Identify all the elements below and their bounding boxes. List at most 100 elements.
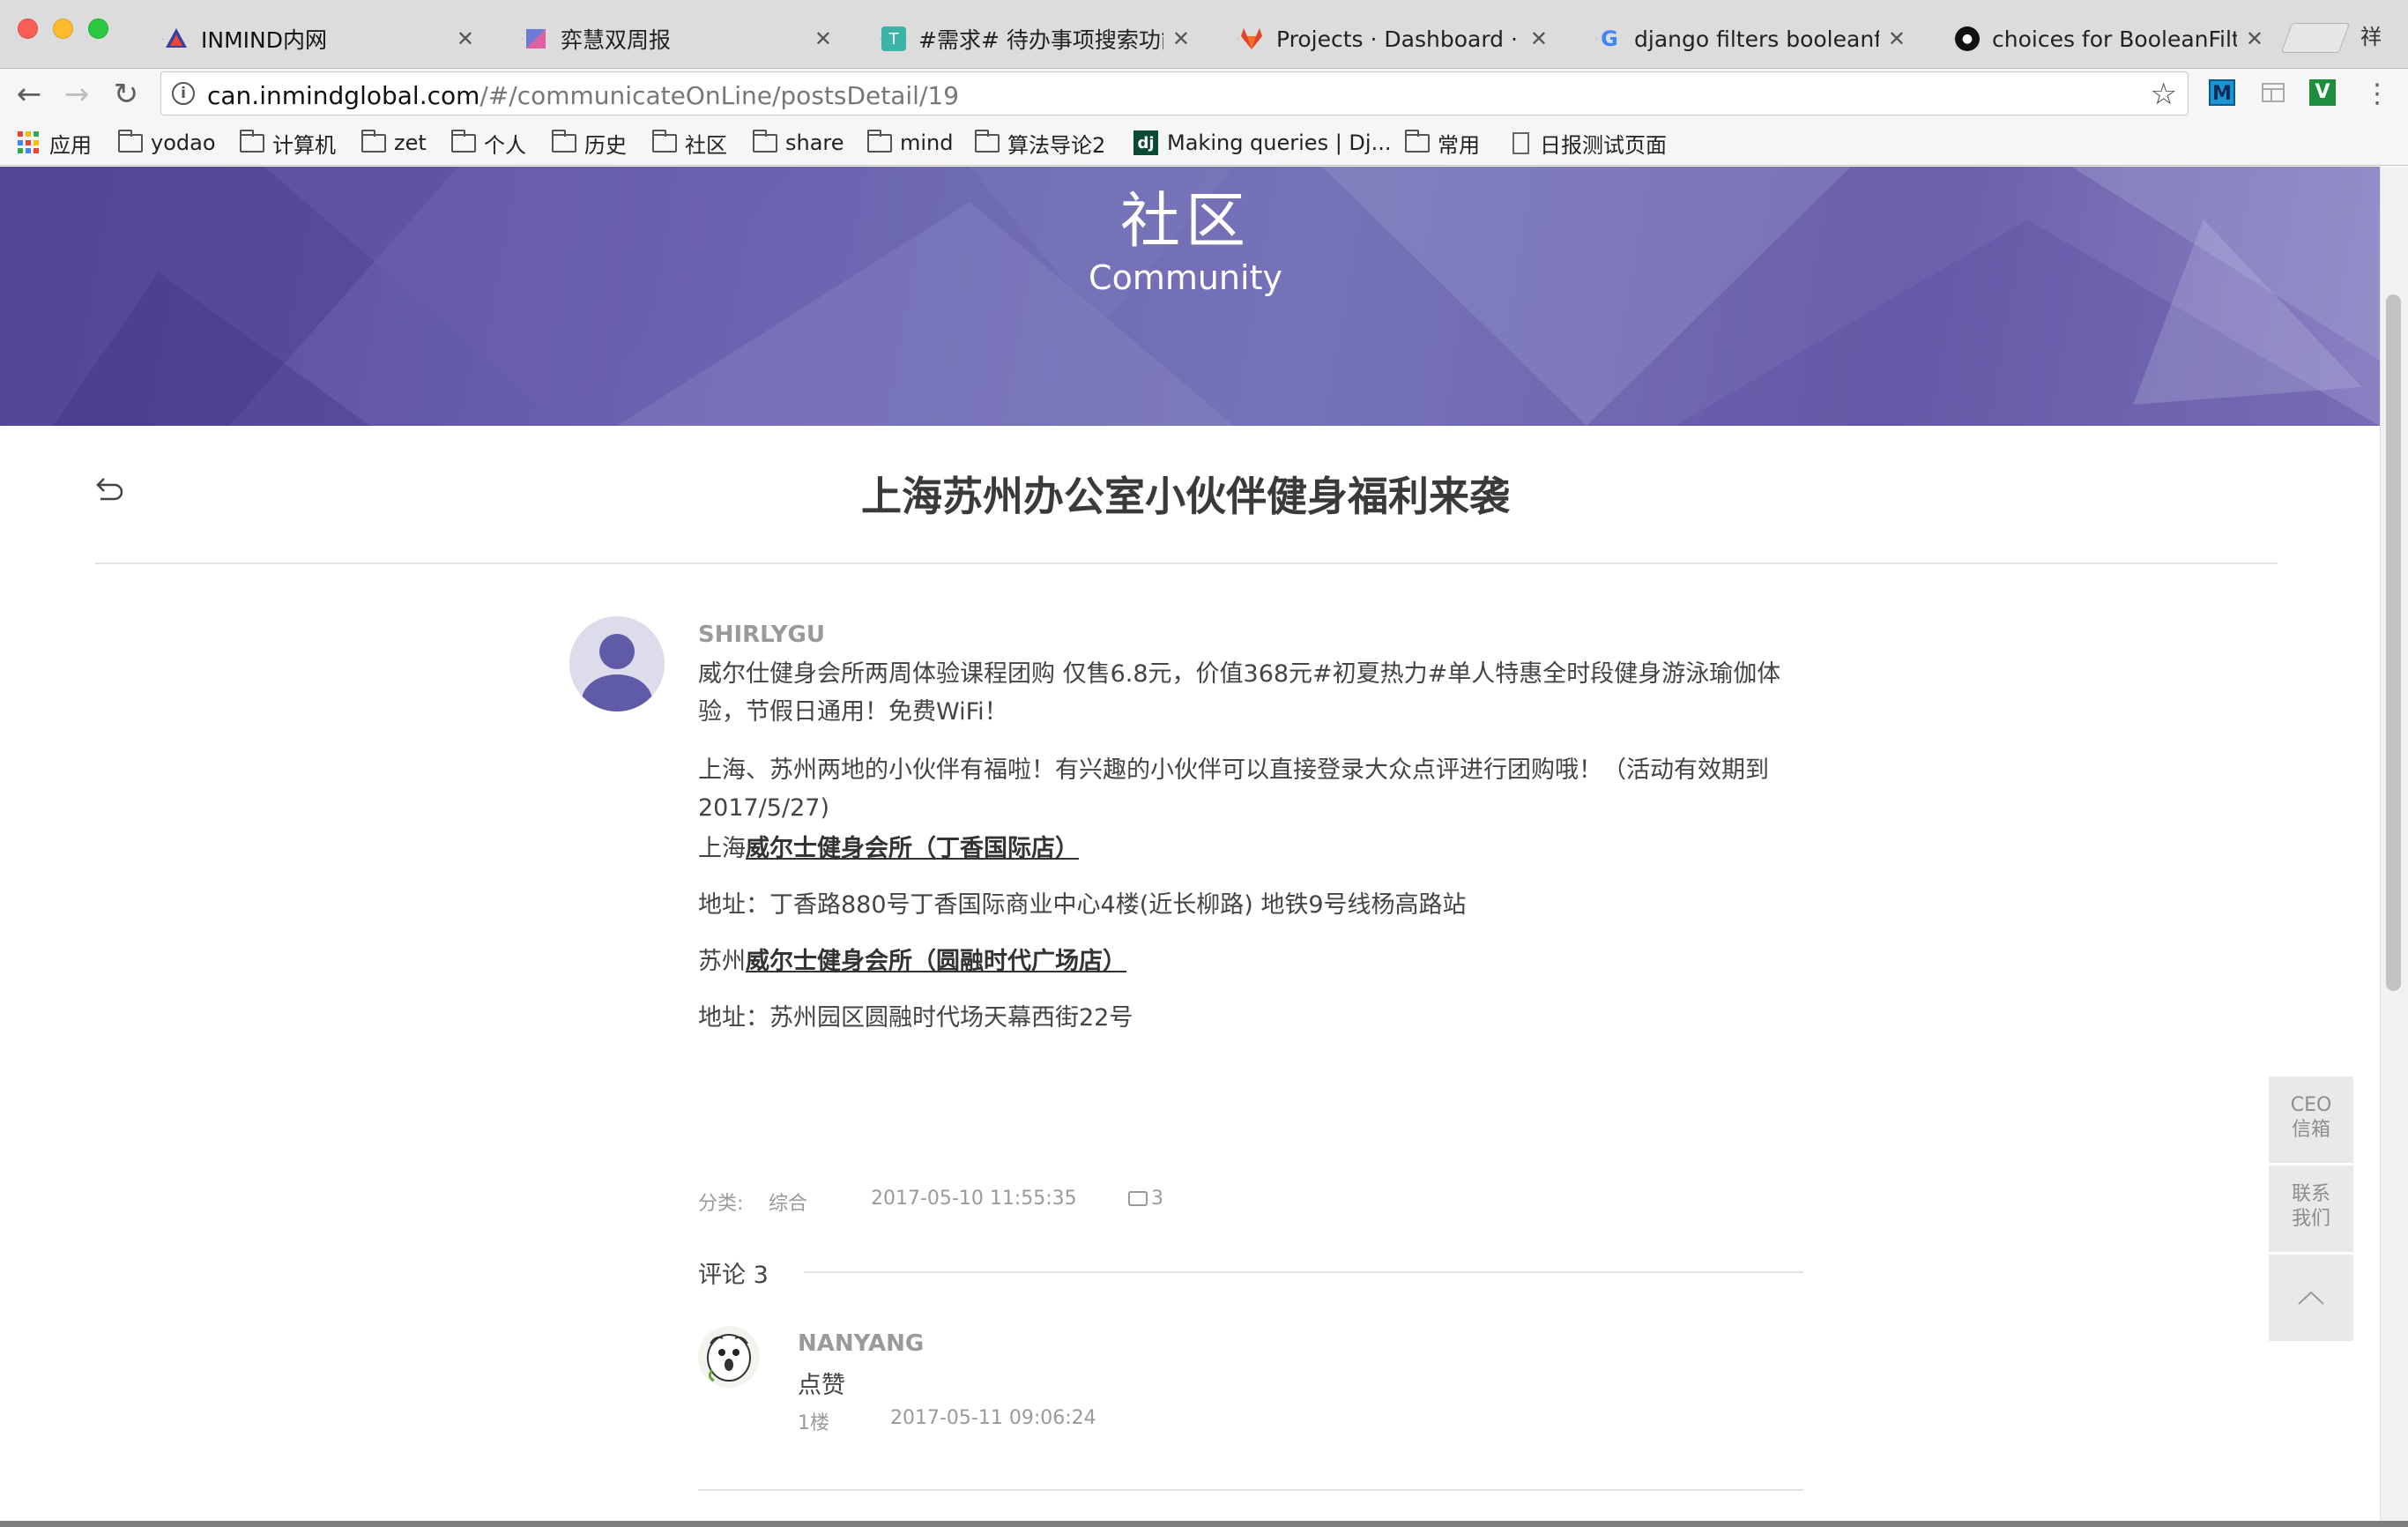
ceo-mailbox-button[interactable]: CEO 信箱 [2269,1076,2353,1163]
bookmarks-bar: 应用 yodao 计算机 zet 个人 历史 社区 share mind 算法导… [0,120,2408,166]
bookmark-label: Making queries | Dj... [1167,130,1392,155]
biweekly-favicon-icon [524,26,548,51]
commenter-name[interactable]: NANYANG [798,1330,924,1357]
tab-github[interactable]: ● choices for BooleanFilter ✕ [1923,9,2279,69]
bookmark-label: 个人 [484,132,526,158]
address-bar[interactable]: i can.inmindglobal.com/#/communicateOnLi… [160,71,2189,115]
city-label: 上海 [698,835,746,862]
cartoon-avatar-icon [707,1334,751,1382]
tab-inmind[interactable]: INMIND内网 ✕ [132,9,490,69]
tab-strip: INMIND内网 ✕ 弈慧双周报 ✕ T #需求# 待办事项搜索功能 ✕ Pro… [0,0,2408,69]
bookmark-label: 历史 [584,132,627,158]
bookmark-folder[interactable]: 计算机 [240,120,336,166]
tab-gitlab[interactable]: Projects · Dashboard · Git ✕ [1208,9,1564,69]
folder-icon [867,129,892,153]
close-window-button[interactable] [18,19,38,39]
comment-count-badge[interactable]: 3 [1128,1188,1163,1210]
close-tab-icon[interactable]: ✕ [457,26,474,51]
folder-icon [240,129,264,153]
tab-title: choices for BooleanFilter [1992,26,2237,52]
bookmark-folder[interactable]: 算法导论2 [975,120,1105,166]
folder-icon [361,129,386,153]
bookmark-django[interactable]: dj Making queries | Dj... [1133,120,1391,166]
inmind-logo-icon [164,26,189,51]
close-tab-icon[interactable]: ✕ [814,26,832,51]
bookmark-folder[interactable]: mind [867,120,954,166]
button-label-line: CEO [2290,1094,2332,1116]
tab-title: #需求# 待办事项搜索功能 [918,27,1163,53]
comment-floor: 1楼 [798,1412,829,1434]
bookmark-folder[interactable]: share [753,120,844,166]
profile-label[interactable]: 祥 [2360,19,2382,50]
extension-m-icon[interactable]: M [2209,79,2235,106]
title-divider [95,562,2278,564]
button-label-line: 我们 [2291,1208,2330,1230]
forward-button[interactable]: → [58,76,95,113]
close-tab-icon[interactable]: ✕ [1530,26,1548,51]
close-tab-icon[interactable]: ✕ [1888,26,1906,51]
comment-time: 2017-05-11 09:06:24 [890,1407,1096,1429]
django-logo-icon: dj [1133,130,1158,155]
url-host: can.inmindglobal.com [207,81,480,110]
bookmark-star-icon[interactable]: ☆ [2151,77,2177,112]
reload-button[interactable]: ↻ [108,76,145,113]
post-title: 上海苏州办公室小伙伴健身福利来袭 [861,473,1510,520]
bookmark-folder[interactable]: 个人 [451,120,526,166]
reader-extension-icon[interactable] [2260,79,2286,106]
bookmark-folder[interactable]: zet [361,120,427,166]
author-avatar[interactable] [569,616,665,711]
shanghai-gym-link[interactable]: 威尔士健身会所（丁香国际店） [746,835,1079,862]
post-shanghai-line: 上海威尔士健身会所（丁香国际店） [698,830,1791,868]
tab-google-search[interactable]: G django filters booleanfield ✕ [1565,9,1921,69]
browser-menu-icon[interactable]: ⋮ [2359,76,2396,113]
scrollbar-thumb[interactable] [2386,294,2401,991]
bookmark-folder[interactable]: 历史 [552,120,627,166]
maximize-window-button[interactable] [88,19,108,39]
bookmark-label: 算法导论2 [1007,132,1106,158]
comment-count: 3 [1151,1188,1163,1210]
bookmark-apps[interactable]: 应用 [18,120,92,166]
back-to-top-button[interactable] [2269,1255,2353,1341]
bookmark-label: share [785,130,844,155]
bookmark-label: zet [394,130,427,155]
comment-text: 点赞 [798,1372,845,1399]
comments-divider [804,1271,1803,1273]
close-tab-icon[interactable]: ✕ [2246,26,2263,51]
bookmark-folder[interactable]: yodao [118,120,216,166]
tab-title: django filters booleanfield [1634,26,1879,52]
post-author[interactable]: SHIRLYGU [698,622,825,648]
url-path: /#/communicateOnLine/postsDetail/19 [479,81,960,110]
url-text[interactable]: can.inmindglobal.com/#/communicateOnLine… [207,81,959,110]
folder-icon [975,129,1000,153]
tab-todo-search[interactable]: T #需求# 待办事项搜索功能 ✕ [850,9,1206,69]
github-logo-icon: ● [1955,26,1980,51]
suzhou-gym-link[interactable]: 威尔士健身会所（圆融时代广场店） [746,948,1126,975]
comments-heading: 评论 3 [698,1262,769,1289]
post-paragraph: 上海、苏州两地的小伙伴有福啦！有兴趣的小伙伴可以直接登录大众点评进行团购哦！（活… [698,756,1769,822]
chevron-up-icon [2298,1291,2324,1305]
new-tab-button[interactable] [2280,23,2351,53]
contact-us-button[interactable]: 联系 我们 [2269,1166,2353,1252]
bookmark-folder[interactable]: 社区 [652,120,727,166]
back-button[interactable]: ← [11,76,48,113]
site-info-icon[interactable]: i [172,82,195,105]
comment-bubble-icon [1128,1191,1148,1206]
bookmark-page[interactable]: 日报测试页面 [1512,120,1667,166]
post-suzhou-address: 地址：苏州园区圆融时代场天幕西街22号 [698,1004,1133,1032]
tab-biweekly[interactable]: 弈慧双周报 ✕ [492,9,848,69]
bookmark-folder[interactable]: 常用 [1405,120,1480,166]
button-label-line: 联系 [2291,1183,2330,1205]
post-paragraph: 威尔仕健身会所两周体验课程团购 仅售6.8元，价值368元#初夏热力#单人特惠全… [698,660,1781,726]
page-viewport: 社区 Community 上海苏州办公室小伙伴健身福利来袭 SHIRLYGU 威… [0,167,2408,1527]
comment-divider [698,1489,1803,1491]
folder-icon [652,129,677,153]
close-tab-icon[interactable]: ✕ [1172,26,1190,51]
post-suzhou-line: 苏州威尔士健身会所（圆融时代广场店） [698,942,1791,980]
minimize-window-button[interactable] [53,19,73,39]
folder-icon [1405,129,1430,153]
bookmark-label: 常用 [1438,132,1480,158]
window-bottom-edge [0,1521,2408,1527]
extension-v-icon[interactable]: V [2309,79,2336,106]
folder-icon [552,129,576,153]
commenter-avatar[interactable] [698,1326,760,1388]
